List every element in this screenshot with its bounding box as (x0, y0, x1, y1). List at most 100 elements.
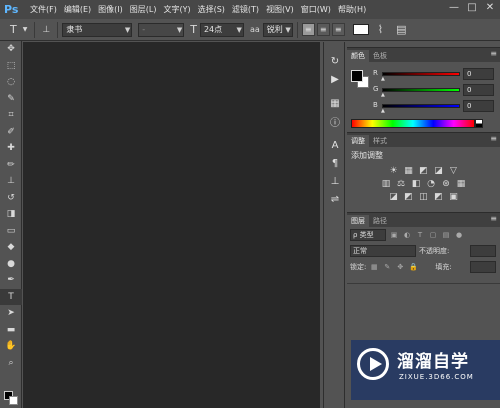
blue-gradient-bar[interactable] (382, 104, 460, 108)
lock-pixels-icon[interactable]: ✎ (382, 262, 392, 272)
levels-icon[interactable]: ▦ (403, 166, 414, 177)
anti-alias-select[interactable]: 锐利 ▼ (262, 22, 293, 37)
brightness-contrast-icon[interactable]: ☀ (388, 166, 399, 177)
align-right-button[interactable]: ≡ (331, 23, 345, 36)
green-channel-slider[interactable]: G ▲ 0 (373, 84, 497, 98)
pen-tool-icon[interactable]: ✒ (0, 272, 22, 289)
close-button[interactable]: ✕ (484, 2, 496, 14)
foreground-background-colors[interactable] (4, 391, 18, 405)
font-style-select[interactable]: - ▼ (138, 22, 185, 37)
quick-select-tool-icon[interactable]: ✎ (0, 91, 22, 108)
hue-saturation-icon[interactable]: ▥ (381, 179, 392, 190)
invert-icon[interactable]: ◪ (388, 192, 399, 203)
menu-help[interactable]: 帮助(H) (338, 4, 366, 15)
blur-tool-icon[interactable]: ◆ (0, 239, 22, 256)
channel-mixer-icon[interactable]: ⊛ (441, 179, 452, 190)
green-value-field[interactable]: 0 (463, 84, 494, 96)
menu-image[interactable]: 图像(I) (98, 4, 123, 15)
menu-view[interactable]: 视图(V) (266, 4, 294, 15)
history-brush-tool-icon[interactable]: ↺ (0, 190, 22, 207)
crop-tool-icon[interactable]: ⌗ (0, 107, 22, 124)
healing-brush-tool-icon[interactable]: ✚ (0, 140, 22, 157)
align-center-button[interactable]: ≡ (316, 23, 330, 36)
photo-filter-icon[interactable]: ◔ (426, 179, 437, 190)
info-panel-icon[interactable]: ⓘ (325, 112, 345, 130)
shape-filter-icon[interactable]: ▢ (428, 230, 438, 240)
type-filter-icon[interactable]: T (415, 230, 425, 240)
warp-text-icon[interactable]: ⌇ (378, 23, 383, 36)
gradient-map-icon[interactable]: ◩ (433, 192, 444, 203)
black-white-ramp[interactable] (475, 119, 483, 128)
paragraph-panel-icon[interactable]: ¶ (325, 154, 345, 172)
path-select-tool-icon[interactable]: ➤ (0, 305, 22, 322)
layer-filter-kind-select[interactable]: ρ 类型 (350, 229, 386, 241)
vibrance-icon[interactable]: ▽ (448, 166, 459, 177)
fill-field[interactable] (470, 261, 496, 273)
shape-tool-icon[interactable]: ▬ (0, 322, 22, 339)
lock-position-icon[interactable]: ✥ (395, 262, 405, 272)
tab-styles[interactable]: 样式 (369, 135, 391, 147)
clone-source-icon[interactable]: ⊥ (325, 172, 345, 190)
tab-paths[interactable]: 路径 (369, 215, 391, 227)
slider-knob-icon[interactable]: ▲ (381, 76, 385, 82)
opacity-field[interactable] (470, 245, 496, 257)
type-tool-icon[interactable]: T (0, 288, 22, 305)
tab-layers[interactable]: 图层 (347, 215, 369, 227)
tab-color[interactable]: 颜色 (347, 50, 369, 62)
tab-swatches[interactable]: 色板 (369, 50, 391, 62)
blue-value-field[interactable]: 0 (463, 100, 494, 112)
lock-all-icon[interactable]: 🔒 (408, 262, 418, 272)
panel-menu-icon[interactable]: ≡ (490, 49, 497, 58)
slider-knob-icon[interactable]: ▲ (381, 108, 385, 114)
eraser-tool-icon[interactable]: ◨ (0, 206, 22, 223)
slider-knob-icon[interactable]: ▲ (381, 92, 385, 98)
panel-menu-icon[interactable]: ≡ (490, 214, 497, 223)
minimize-button[interactable]: — (448, 2, 460, 14)
blend-mode-select[interactable]: 正常 (350, 245, 416, 257)
selective-color-icon[interactable]: ▣ (448, 192, 459, 203)
blue-channel-slider[interactable]: B ▲ 0 (373, 100, 497, 114)
menu-layer[interactable]: 图层(L) (130, 4, 157, 15)
color-lookup-icon[interactable]: ▦ (456, 179, 467, 190)
actions-panel-icon[interactable]: ▶ (325, 70, 345, 88)
document-canvas-area[interactable] (23, 42, 320, 408)
menu-filter[interactable]: 滤镜(T) (232, 4, 259, 15)
hand-tool-icon[interactable]: ✋ (0, 338, 22, 355)
green-gradient-bar[interactable] (382, 88, 460, 92)
clone-stamp-tool-icon[interactable]: ⊥ (0, 173, 22, 190)
lock-transparency-icon[interactable]: ▦ (369, 262, 379, 272)
type-tool-preset-icon[interactable]: T (10, 23, 17, 36)
adjustment-filter-icon[interactable]: ◐ (402, 230, 412, 240)
background-color-swatch[interactable] (9, 396, 18, 405)
align-left-button[interactable]: ≡ (301, 23, 315, 36)
text-orientation-icon[interactable]: ⊥ (42, 25, 50, 35)
eyedropper-tool-icon[interactable]: ✐ (0, 124, 22, 141)
menu-select[interactable]: 选择(S) (198, 4, 225, 15)
text-color-swatch[interactable] (352, 24, 369, 35)
history-panel-icon[interactable]: ↻ (325, 52, 345, 70)
brush-tool-icon[interactable]: ✏ (0, 157, 22, 174)
posterize-icon[interactable]: ◩ (403, 192, 414, 203)
smart-object-filter-icon[interactable]: ▤ (441, 230, 451, 240)
font-family-select[interactable]: 隶书 ▼ (62, 22, 133, 37)
maximize-button[interactable]: □ (466, 2, 478, 14)
dodge-tool-icon[interactable]: ● (0, 256, 22, 273)
pixel-filter-icon[interactable]: ▣ (389, 230, 399, 240)
move-tool-icon[interactable]: ✥ (0, 41, 22, 58)
lasso-tool-icon[interactable]: ◌ (0, 74, 22, 91)
font-size-select[interactable]: 24点 ▼ (199, 22, 244, 37)
red-value-field[interactable]: 0 (463, 68, 494, 80)
curves-icon[interactable]: ◩ (418, 166, 429, 177)
red-gradient-bar[interactable] (382, 72, 460, 76)
threshold-icon[interactable]: ◫ (418, 192, 429, 203)
black-white-icon[interactable]: ◧ (411, 179, 422, 190)
swatches-grid-icon[interactable]: ▦ (325, 94, 345, 112)
foreground-color-swatch[interactable] (351, 70, 363, 82)
chevron-down-icon[interactable]: ▼ (23, 26, 28, 33)
marquee-tool-icon[interactable]: ⬚ (0, 58, 22, 75)
color-balance-icon[interactable]: ⚖ (396, 179, 407, 190)
character-panel-icon[interactable]: A (325, 136, 345, 154)
tool-presets-icon[interactable]: ⇌ (325, 190, 345, 208)
exposure-icon[interactable]: ◪ (433, 166, 444, 177)
menu-edit[interactable]: 编辑(E) (64, 4, 91, 15)
